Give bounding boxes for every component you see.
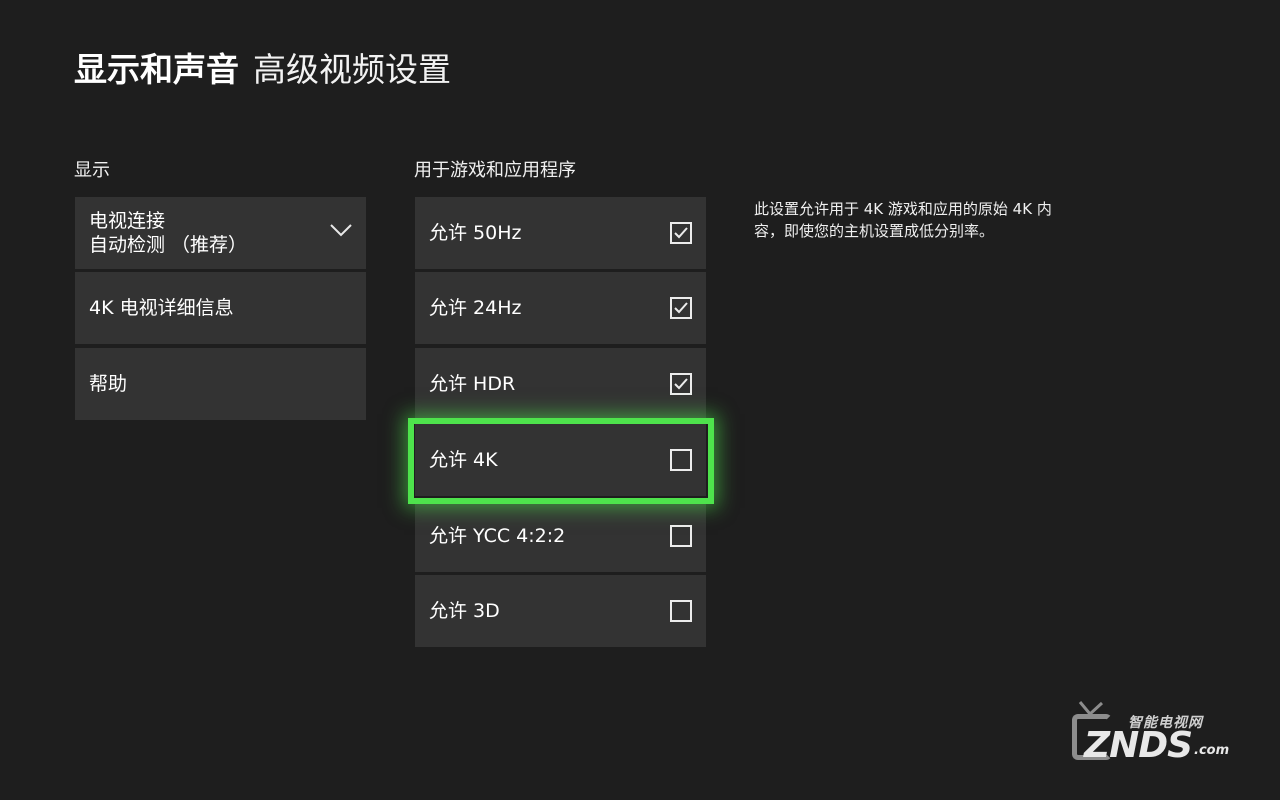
tv-4k-details-label: 4K 电视详细信息 [89,297,234,319]
page-title: 显示和声音 高级视频设置 [74,48,451,92]
display-section-label: 显示 [74,160,110,181]
allow-50hz-option[interactable]: 允许 50Hz [415,197,706,269]
checkmark-icon [674,302,688,314]
allow-24hz-label: 允许 24Hz [429,297,522,319]
help-label: 帮助 [89,373,128,395]
allow-24hz-checkbox[interactable] [670,297,692,319]
allow-4k-checkbox[interactable] [670,449,692,471]
allow-24hz-option[interactable]: 允许 24Hz [415,272,706,344]
tv-connection-value: 自动检测 （推荐） [89,234,248,256]
allow-3d-option[interactable]: 允许 3D [415,575,706,647]
checkmark-icon [674,227,688,239]
tv-4k-details-button[interactable]: 4K 电视详细信息 [75,272,366,344]
checkmark-icon [674,378,688,390]
allow-50hz-checkbox[interactable] [670,222,692,244]
allow-ycc-422-label: 允许 YCC 4:2:2 [429,525,566,547]
setting-description: 此设置允许用于 4K 游戏和应用的原始 4K 内容，即使您的主机设置成低分别率。 [754,200,1052,240]
allow-4k-option[interactable]: 允许 4K [415,424,706,496]
allow-hdr-option[interactable]: 允许 HDR [415,348,706,420]
watermark-brand-en: ZNDS [1084,725,1193,766]
apps-section-label: 用于游戏和应用程序 [414,160,576,181]
allow-3d-label: 允许 3D [429,600,500,622]
chevron-down-icon [330,224,352,237]
page-title-section: 显示和声音 [74,50,239,89]
tv-connection-title: 电视连接 [89,210,166,232]
allow-4k-label: 允许 4K [429,449,498,471]
allow-ycc-422-checkbox[interactable] [670,525,692,547]
allow-3d-checkbox[interactable] [670,600,692,622]
tv-connection-dropdown[interactable]: 电视连接 自动检测 （推荐） [75,197,366,269]
allow-50hz-label: 允许 50Hz [429,222,522,244]
help-button[interactable]: 帮助 [75,348,366,420]
watermark-domain: .com [1194,743,1230,758]
allow-hdr-checkbox[interactable] [670,373,692,395]
allow-ycc-422-option[interactable]: 允许 YCC 4:2:2 [415,500,706,572]
znds-watermark-logo: 智能电视网 ZNDS .com [1068,700,1238,770]
allow-hdr-label: 允许 HDR [429,373,516,395]
page-title-subsection: 高级视频设置 [253,50,451,89]
